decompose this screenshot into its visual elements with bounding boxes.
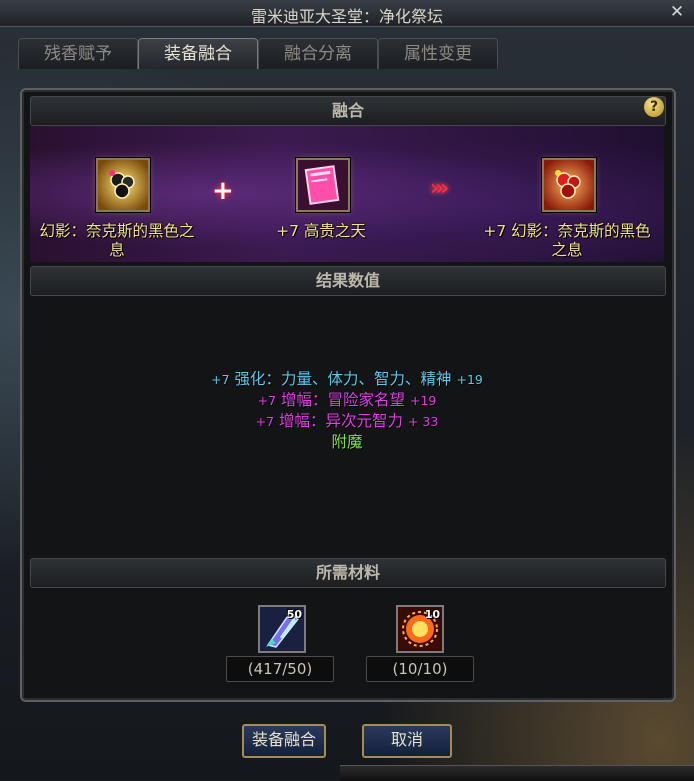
game-status-bar: [340, 765, 694, 781]
stat-text: 增幅：冒险家名望: [281, 391, 406, 409]
tab-fusion-separation[interactable]: 融合分离: [258, 38, 378, 69]
stat-text: 强化：力量、体力、智力、精神: [234, 370, 452, 388]
dark-flower-icon: [98, 160, 148, 210]
stat-level: +7: [211, 372, 230, 387]
stat-level: +7: [257, 393, 277, 408]
material-item-name: +7 高贵之天: [276, 222, 366, 240]
stat-value: +19: [456, 372, 483, 387]
material-stack-count: 50: [286, 608, 302, 621]
material-quantity: (10/10): [366, 656, 474, 682]
stat-text: 增幅：异次元智力: [279, 412, 404, 430]
tab-attribute-change[interactable]: 属性变更: [378, 38, 498, 69]
result-header: 结果数值: [30, 266, 666, 296]
material-quantity: (417/50): [226, 656, 334, 682]
tab-residual-scent[interactable]: 残香赋予: [18, 38, 138, 69]
result-item-slot[interactable]: [542, 158, 596, 212]
plus-icon: +: [212, 176, 234, 206]
stat-line: 附魔: [30, 432, 664, 453]
fuse-button[interactable]: 装备融合: [242, 724, 326, 758]
stat-value: +19: [409, 393, 437, 408]
material-stack-count: 10: [424, 608, 440, 621]
pink-book-icon: [298, 160, 348, 210]
red-flower-icon: [544, 160, 594, 210]
stat-text: 附魔: [331, 433, 363, 451]
window-titlebar[interactable]: 雷米迪亚大圣堂：净化祭坛 ✕: [0, 0, 694, 27]
material-slot[interactable]: 50: [258, 605, 306, 653]
stat-line: +7 增幅：冒险家名望 +19: [30, 390, 664, 411]
help-icon[interactable]: ?: [644, 97, 664, 117]
base-item-slot[interactable]: [96, 158, 150, 212]
stat-line: +7 增幅：异次元智力 + 33: [30, 411, 664, 432]
materials-header: 所需材料: [30, 558, 666, 588]
stat-value: + 33: [407, 414, 439, 429]
stat-line: +7 强化：力量、体力、智力、精神 +19: [30, 369, 664, 390]
material-item-slot[interactable]: [296, 158, 350, 212]
window-title: 雷米迪亚大圣堂：净化祭坛: [250, 7, 443, 26]
arrow-right-icon: ›››: [430, 176, 449, 201]
close-icon[interactable]: ✕: [668, 3, 686, 21]
stat-level: +7: [255, 414, 275, 429]
tab-equipment-fusion[interactable]: 装备融合: [138, 38, 258, 69]
fusion-header: 融合: [30, 96, 666, 126]
material-slot[interactable]: 10: [396, 605, 444, 653]
cancel-button[interactable]: 取消: [362, 724, 452, 758]
result-item-name: +7 幻影：奈克斯的黑色之息: [483, 222, 651, 259]
base-item-name: 幻影：奈克斯的黑色之息: [39, 222, 195, 259]
